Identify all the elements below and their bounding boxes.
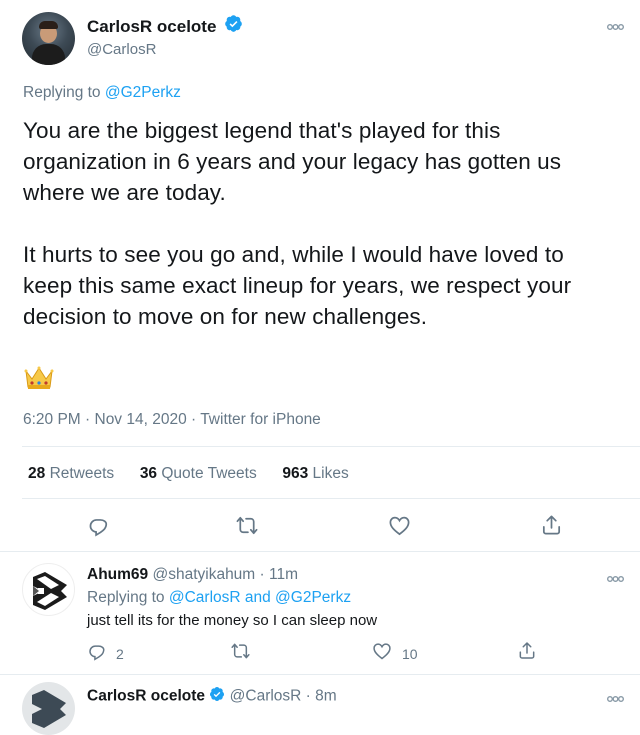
next-reply-time[interactable]: · 8m (306, 688, 337, 705)
share-icon[interactable] (517, 640, 537, 666)
reply-replying-to: Replying to @CarlosR and @G2Perkz (87, 589, 351, 607)
reply-time[interactable]: · 11m (260, 566, 298, 583)
divider (22, 498, 640, 499)
tweet-text-line: It hurts to see you go and, while I woul… (23, 242, 564, 267)
tweet-text-line: where we are today. (23, 180, 226, 205)
tweet-text-line: organization in 6 years and your legacy … (23, 149, 562, 174)
reply-text: just tell its for the money so I can sle… (87, 612, 378, 629)
verified-badge-icon (224, 14, 243, 38)
divider (22, 446, 640, 447)
next-reply-avatar[interactable] (22, 682, 75, 735)
verified-badge-icon (209, 686, 225, 707)
tweet-text: You are the biggest legend that's played… (23, 115, 623, 332)
retweet-icon[interactable] (235, 514, 259, 542)
more-options-icon[interactable] (607, 690, 624, 708)
reply-avatar[interactable] (22, 563, 75, 616)
tweet-text-line: You are the biggest legend that's played… (23, 118, 501, 143)
reply-like-action[interactable]: 10 (372, 641, 418, 666)
divider (0, 551, 640, 552)
retweet-icon[interactable] (230, 641, 251, 666)
quote-tweets-stat[interactable]: 36 Quote Tweets (140, 465, 257, 482)
next-reply-author-name[interactable]: CarlosR ocelote (87, 688, 205, 705)
like-count: 10 (402, 645, 418, 662)
share-icon[interactable] (540, 513, 563, 542)
divider (0, 674, 640, 675)
reply-replying-handles[interactable]: @CarlosR and @G2Perkz (169, 589, 351, 606)
tweet-text-line: keep this same exact lineup for years, w… (23, 273, 572, 298)
more-options-icon[interactable] (607, 18, 624, 36)
reply-icon[interactable] (87, 641, 107, 666)
author-handle[interactable]: @CarlosR (87, 41, 156, 58)
reply-replying-prefix: Replying to (87, 589, 165, 606)
tweet-text-line: decision to move on for new challenges. (23, 304, 428, 329)
retweets-stat[interactable]: 28 Retweets (28, 465, 114, 482)
like-icon[interactable] (388, 514, 411, 542)
likes-stat[interactable]: 963 Likes (282, 465, 348, 482)
reply-author-name[interactable]: Ahum69 (87, 566, 148, 583)
author-name[interactable]: CarlosR ocelote (87, 17, 216, 36)
tweet-timestamp[interactable]: 6:20 PM · Nov 14, 2020 · Twitter for iPh… (23, 411, 321, 429)
more-options-icon[interactable] (607, 570, 624, 588)
replying-to-handle[interactable]: @G2Perkz (105, 84, 181, 101)
replying-to: Replying to @G2Perkz (23, 84, 181, 102)
crown-emoji (24, 365, 54, 396)
like-icon[interactable] (372, 641, 392, 666)
replying-to-prefix: Replying to (23, 84, 101, 101)
next-reply-author-handle[interactable]: @CarlosR (230, 688, 302, 705)
reply-count: 2 (116, 645, 124, 662)
reply-author-handle[interactable]: @shatyikahum (152, 566, 255, 583)
tweet-stats: 28 Retweets 36 Quote Tweets 963 Likes (28, 465, 349, 483)
author-avatar[interactable] (22, 12, 75, 65)
reply-icon[interactable] (87, 514, 110, 542)
reply-reply-action[interactable]: 2 (87, 641, 124, 666)
